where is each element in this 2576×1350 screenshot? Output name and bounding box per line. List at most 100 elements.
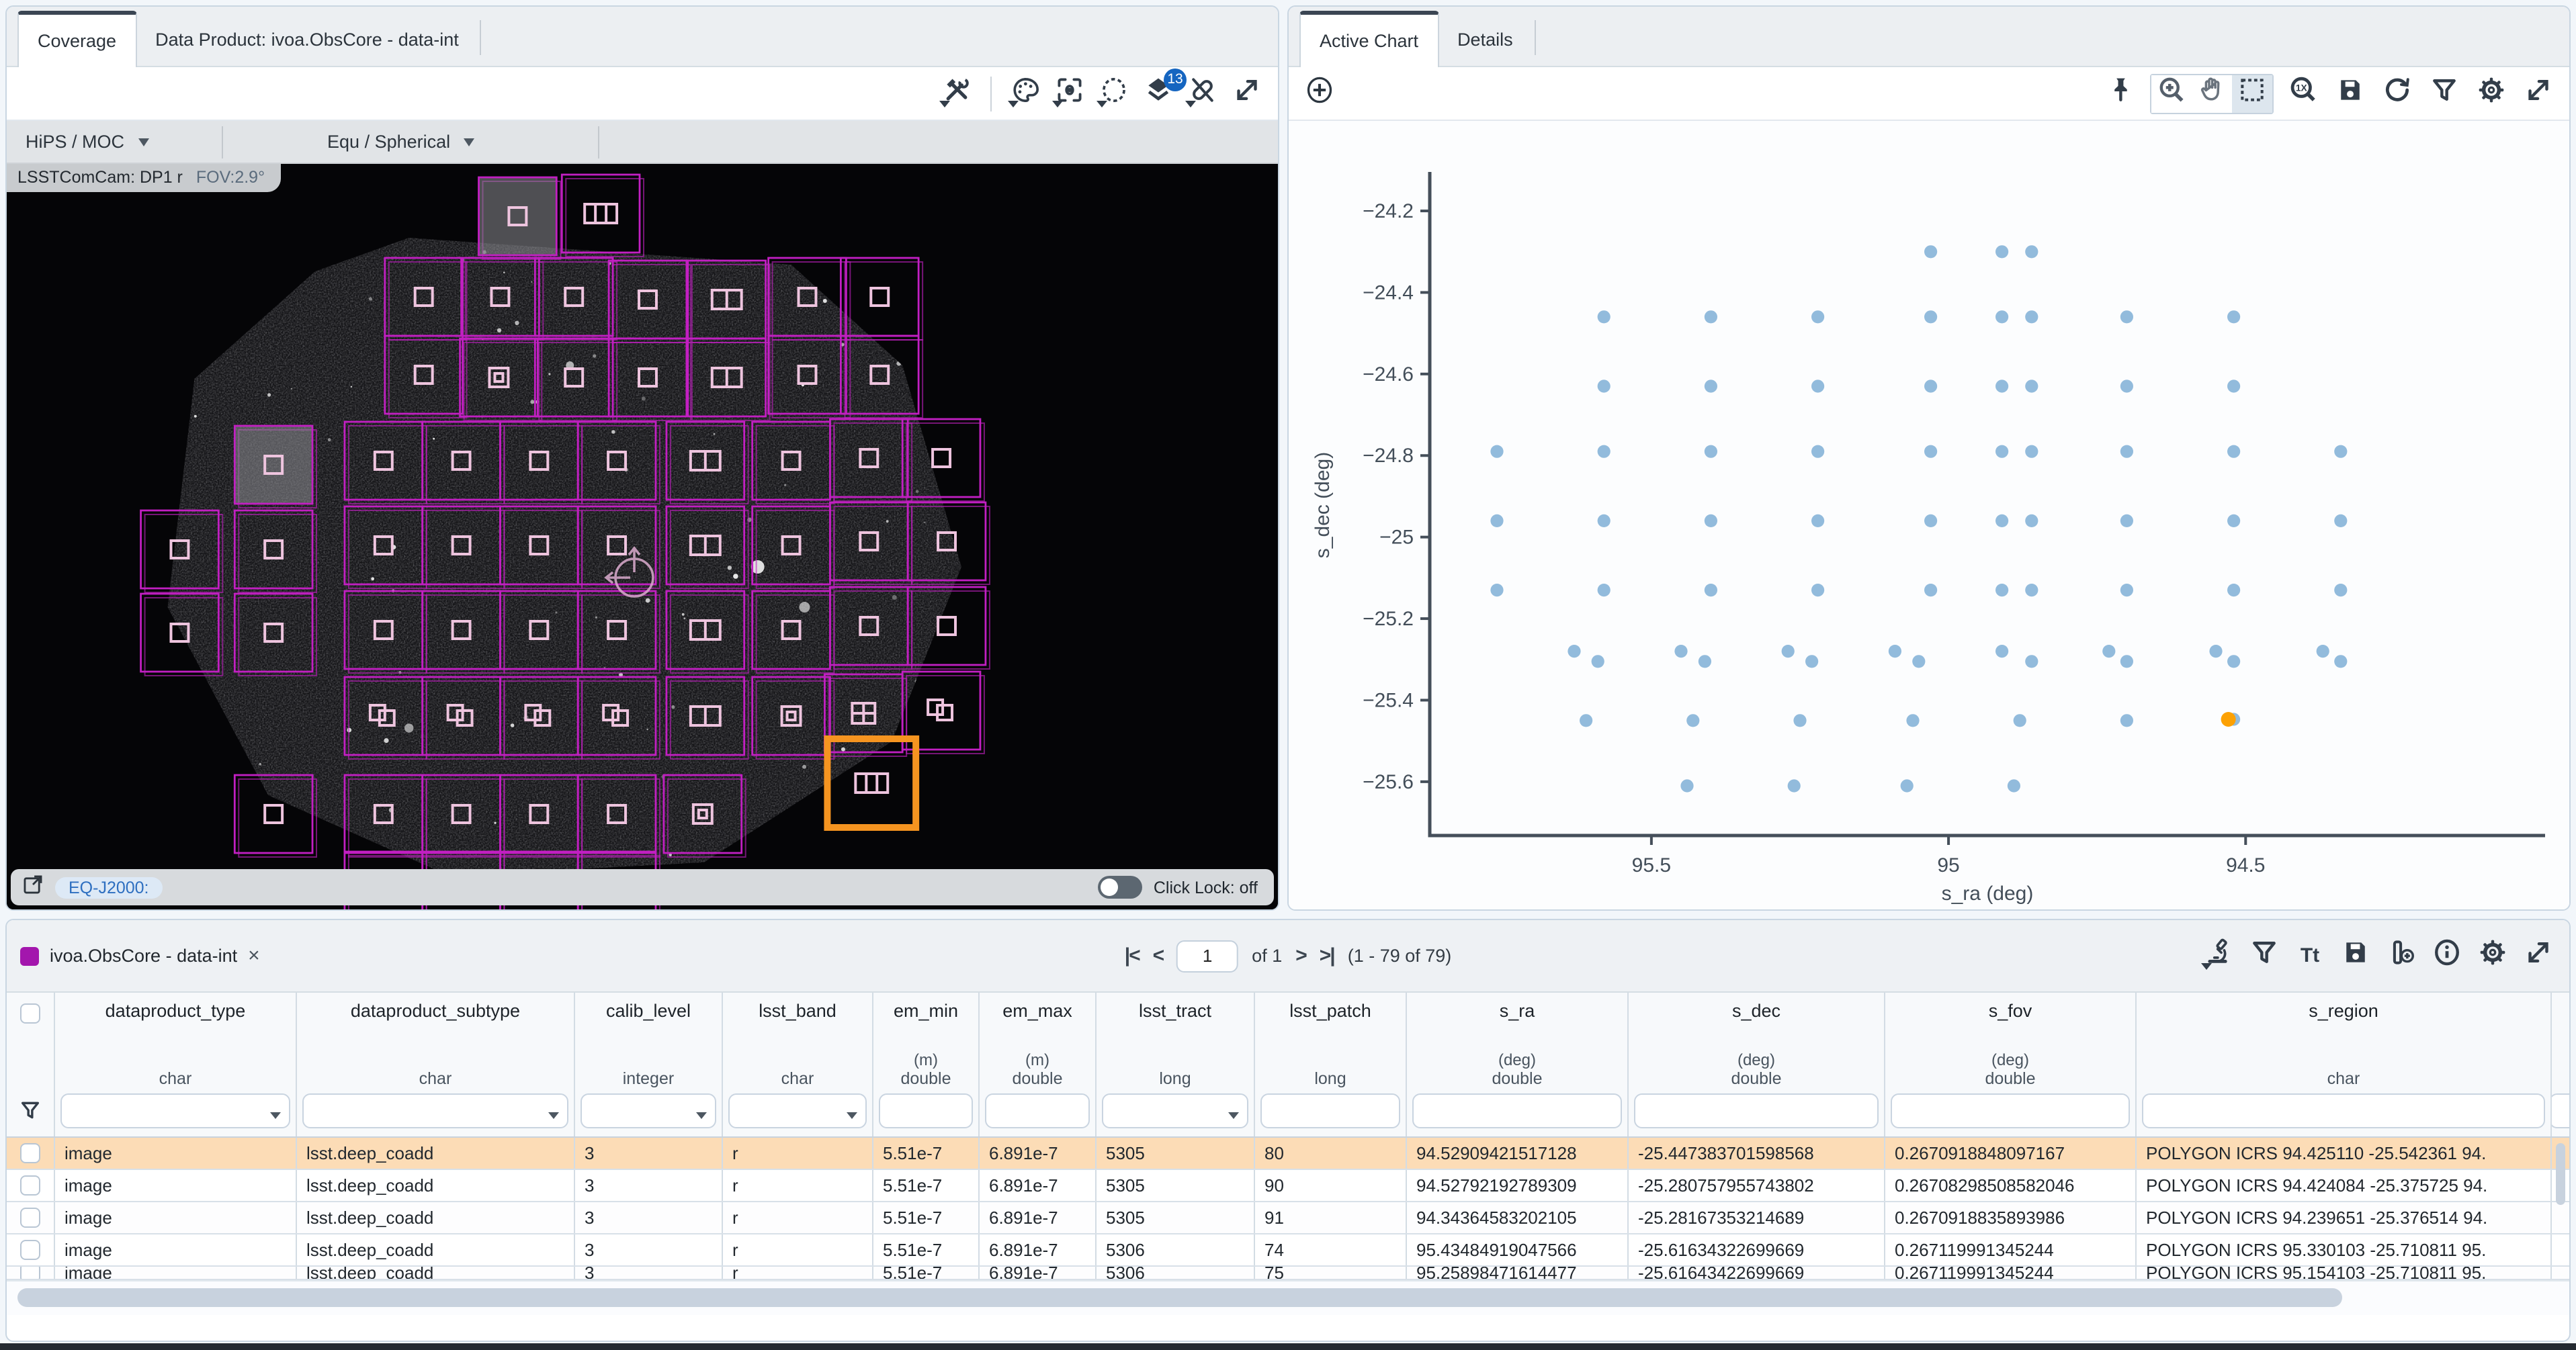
zoom-1x-button[interactable]: 1X bbox=[2286, 75, 2321, 112]
scatter-point[interactable] bbox=[1924, 584, 1937, 596]
dataproduct_subtype-filter-input[interactable] bbox=[302, 1093, 568, 1128]
scatter-point[interactable] bbox=[1805, 655, 1818, 668]
close-icon[interactable]: × bbox=[248, 944, 260, 967]
scatter-point[interactable] bbox=[2334, 445, 2347, 458]
scatter-point[interactable] bbox=[1705, 584, 1717, 596]
scatter-point[interactable] bbox=[1598, 379, 1611, 392]
scatter-point[interactable] bbox=[1598, 514, 1611, 527]
row-checkbox[interactable] bbox=[20, 1208, 40, 1228]
column-name[interactable]: s_dec bbox=[1732, 1001, 1780, 1021]
row-checkbox[interactable] bbox=[20, 1175, 40, 1196]
scatter-point[interactable] bbox=[2025, 655, 2038, 668]
scatter-point[interactable] bbox=[1788, 779, 1801, 792]
pan-hand-button[interactable] bbox=[2192, 75, 2232, 112]
scatter-point[interactable] bbox=[2334, 514, 2347, 527]
palette-button[interactable] bbox=[1008, 75, 1043, 112]
text-options-button[interactable]: Tt bbox=[2292, 937, 2327, 975]
external-link-icon[interactable] bbox=[22, 872, 44, 902]
info-button[interactable] bbox=[2430, 937, 2464, 975]
vertical-scrollbar[interactable] bbox=[2556, 1143, 2565, 1205]
scatter-point[interactable] bbox=[2227, 379, 2240, 392]
sky-map[interactable]: LSSTComCam: DP1 r FOV:2.9° EQ-J2000: Cli… bbox=[7, 164, 1278, 909]
table-row-selected[interactable]: imagelsst.deep_coadd3r5.51e-76.891e-7530… bbox=[7, 1138, 2569, 1170]
scatter-point[interactable] bbox=[1699, 655, 1711, 668]
column-name[interactable]: dataproduct_type bbox=[105, 1001, 246, 1021]
column-name[interactable]: calib_level bbox=[606, 1001, 691, 1021]
scatter-point[interactable] bbox=[1995, 445, 2008, 458]
lsst_patch-filter-input[interactable] bbox=[1260, 1093, 1400, 1128]
scatter-point[interactable] bbox=[1490, 584, 1503, 596]
scatter-point[interactable] bbox=[1490, 445, 1503, 458]
scatter-point[interactable] bbox=[1598, 310, 1611, 323]
scatter-point[interactable] bbox=[2120, 310, 2133, 323]
scatter-point[interactable] bbox=[1906, 714, 1919, 727]
select-area-button[interactable] bbox=[2232, 75, 2272, 112]
scatter-point[interactable] bbox=[2008, 779, 2020, 792]
row-checkbox[interactable] bbox=[20, 1240, 40, 1260]
scatter-point[interactable] bbox=[2227, 655, 2240, 668]
scatter-point[interactable] bbox=[1705, 379, 1717, 392]
settings-button[interactable] bbox=[2474, 75, 2509, 112]
scatter-point[interactable] bbox=[1995, 645, 2008, 658]
microscope-button[interactable] bbox=[2201, 937, 2236, 975]
scatter-point[interactable] bbox=[1924, 379, 1937, 392]
scatter-point[interactable] bbox=[1901, 779, 1914, 792]
s_fov-filter-input[interactable] bbox=[1891, 1093, 2130, 1128]
partial-filter-input[interactable] bbox=[2552, 1093, 2571, 1128]
scatter-point[interactable] bbox=[2025, 379, 2038, 392]
selected-point[interactable] bbox=[2221, 712, 2236, 727]
scatter-point[interactable] bbox=[1924, 514, 1937, 527]
scatter-point[interactable] bbox=[2025, 445, 2038, 458]
scatter-point[interactable] bbox=[1686, 714, 1699, 727]
scatter-point[interactable] bbox=[1580, 714, 1592, 727]
scatter-point[interactable] bbox=[1598, 584, 1611, 596]
table-row[interactable]: imagelsst.deep_coadd3r5.51e-76.891e-7530… bbox=[7, 1267, 2569, 1280]
scatter-point[interactable] bbox=[1680, 779, 1693, 792]
scatter-point[interactable] bbox=[1995, 379, 2008, 392]
scatter-point[interactable] bbox=[1674, 645, 1687, 658]
scatter-point[interactable] bbox=[2014, 714, 2026, 727]
scatter-point[interactable] bbox=[1889, 645, 1901, 658]
scatter-point[interactable] bbox=[2025, 514, 2038, 527]
prev-page-button[interactable]: < bbox=[1153, 944, 1164, 967]
scatter-point[interactable] bbox=[1705, 310, 1717, 323]
scatter-point[interactable] bbox=[2025, 584, 2038, 596]
restart-button[interactable] bbox=[2380, 75, 2415, 112]
row-checkbox[interactable] bbox=[20, 1143, 40, 1163]
next-page-button[interactable]: > bbox=[1295, 944, 1306, 967]
scatter-point[interactable] bbox=[2120, 514, 2133, 527]
scatter-point[interactable] bbox=[2120, 655, 2133, 668]
scatter-point[interactable] bbox=[1912, 655, 1925, 668]
scatter-point[interactable] bbox=[1924, 245, 1937, 258]
pin-button[interactable] bbox=[2103, 75, 2138, 112]
expand-button[interactable] bbox=[2521, 937, 2556, 975]
column-name[interactable]: lsst_patch bbox=[1289, 1001, 1371, 1021]
scatter-point[interactable] bbox=[1995, 245, 2008, 258]
column-name[interactable]: s_ra bbox=[1500, 1001, 1535, 1021]
layers-button[interactable]: 13 bbox=[1141, 75, 1176, 112]
scatter-point[interactable] bbox=[1811, 445, 1824, 458]
settings-button[interactable] bbox=[2475, 937, 2510, 975]
scatter-point[interactable] bbox=[2334, 584, 2347, 596]
column-name[interactable]: lsst_band bbox=[759, 1001, 836, 1021]
em_max-filter-input[interactable] bbox=[985, 1093, 1090, 1128]
column-name[interactable]: em_min bbox=[894, 1001, 958, 1021]
table-row[interactable]: imagelsst.deep_coadd3r5.51e-76.891e-7530… bbox=[7, 1170, 2569, 1202]
tab-data-product[interactable]: Data Product: ivoa.ObsCore - data-int bbox=[136, 12, 478, 66]
last-page-button[interactable]: >| bbox=[1320, 944, 1334, 967]
scatter-point[interactable] bbox=[2025, 310, 2038, 323]
expand-button[interactable] bbox=[2521, 75, 2556, 112]
scatter-point[interactable] bbox=[1811, 514, 1824, 527]
scatter-point[interactable] bbox=[1995, 584, 2008, 596]
scatter-point[interactable] bbox=[1995, 514, 2008, 527]
scatter-point[interactable] bbox=[2120, 584, 2133, 596]
scatter-point[interactable] bbox=[2120, 445, 2133, 458]
s_region-filter-input[interactable] bbox=[2142, 1093, 2545, 1128]
save-button[interactable] bbox=[2333, 75, 2368, 112]
unlink-button[interactable] bbox=[1185, 75, 1220, 112]
tools-button[interactable] bbox=[939, 75, 974, 112]
scatter-point[interactable] bbox=[1811, 584, 1824, 596]
s_ra-filter-input[interactable] bbox=[1412, 1093, 1622, 1128]
sky-map-canvas[interactable] bbox=[7, 164, 1278, 909]
scatter-chart[interactable]: −24.2−24.4−24.6−24.8−25−25.2−25.4−25.695… bbox=[1289, 121, 2569, 909]
